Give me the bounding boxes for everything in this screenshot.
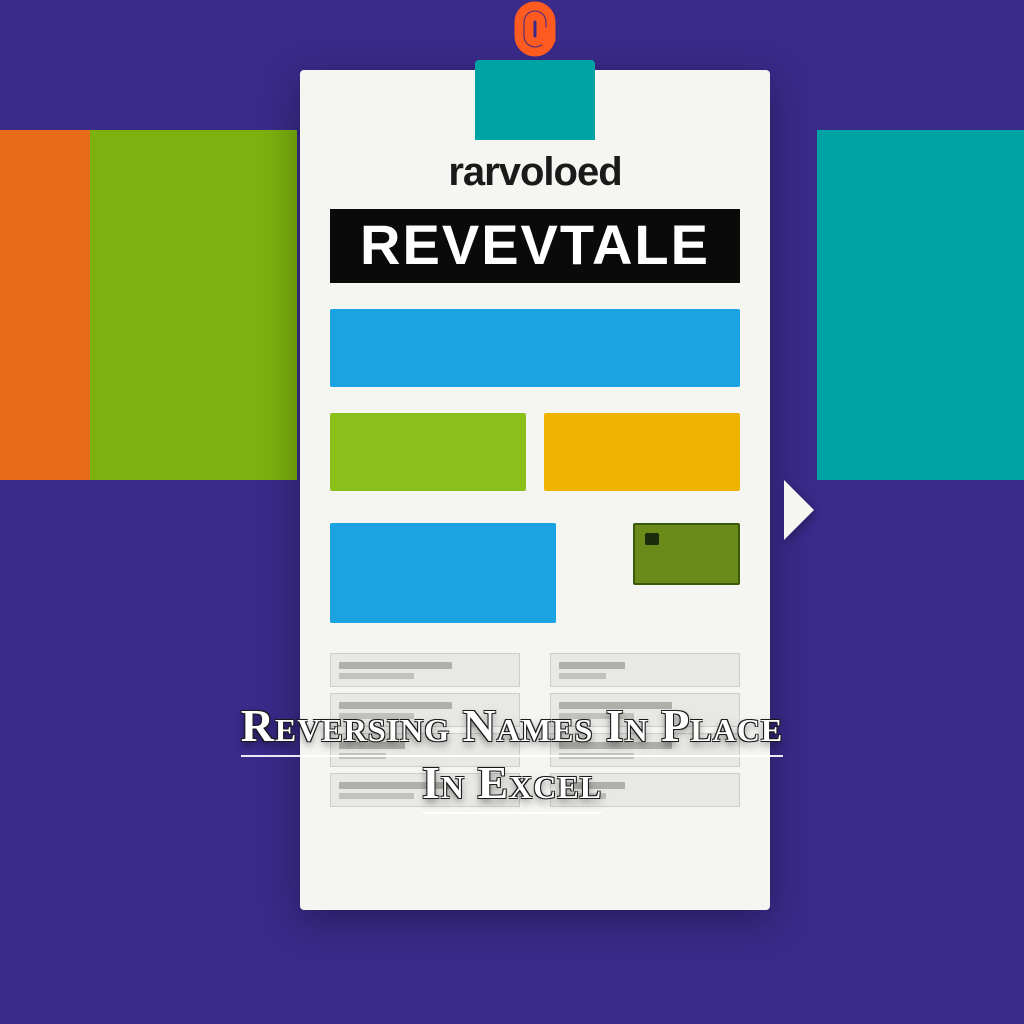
cell-blue-full bbox=[330, 309, 740, 387]
band-segment-teal bbox=[817, 130, 1024, 480]
band-segment-green bbox=[90, 130, 297, 480]
row-1 bbox=[330, 309, 740, 387]
caption-line-1: Reversing Names In Place bbox=[241, 700, 784, 757]
band-segment-orange bbox=[0, 130, 90, 480]
row-3 bbox=[330, 523, 740, 623]
cell-blue-half bbox=[330, 523, 556, 623]
clip-icon bbox=[500, 0, 570, 85]
table-cell bbox=[330, 653, 520, 687]
table-cell bbox=[550, 653, 740, 687]
stage: rarvoloed REVEVTALE bbox=[0, 0, 1024, 1024]
cell-yellow bbox=[544, 413, 740, 491]
card-banner: REVEVTALE bbox=[330, 209, 740, 283]
cell-olive-small bbox=[633, 523, 740, 585]
caption-overlay: Reversing Names In Place In Excel bbox=[0, 700, 1024, 814]
cell-green bbox=[330, 413, 526, 491]
row-2 bbox=[330, 413, 740, 491]
caption-line-2: In Excel bbox=[422, 757, 602, 814]
arrow-right-icon bbox=[784, 480, 814, 540]
card-small-title: rarvoloed bbox=[330, 150, 740, 195]
